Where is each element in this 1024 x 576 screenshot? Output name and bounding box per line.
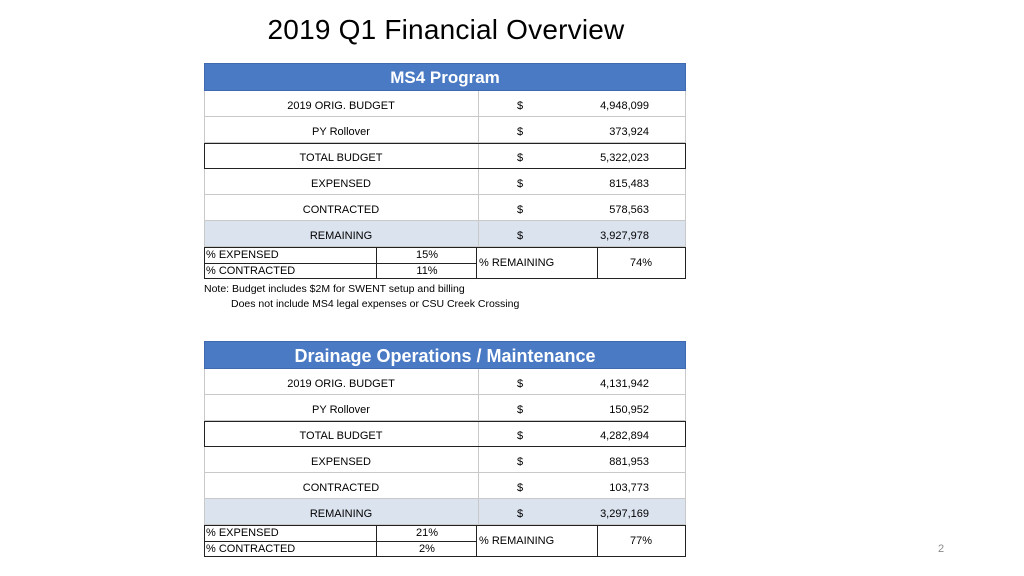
cell-divider	[478, 473, 479, 498]
drainage-percent-summary: % EXPENSED 21% % CONTRACTED 2% % REMAINI…	[204, 525, 686, 557]
row-value: 815,483	[609, 178, 649, 190]
drainage-operations-table: Drainage Operations / Maintenance 2019 O…	[204, 341, 686, 557]
drainage-row-py-rollover: PY Rollover $ 150,952	[204, 395, 686, 421]
cell-divider	[478, 144, 479, 168]
ms4-row-expensed: EXPENSED $ 815,483	[204, 169, 686, 195]
row-label: PY Rollover	[312, 126, 370, 138]
ms4-row-orig-budget: 2019 ORIG. BUDGET $ 4,948,099	[204, 91, 686, 117]
note-line: Does not include MS4 legal expenses or C…	[231, 298, 520, 310]
row-value: 3,927,978	[600, 230, 649, 242]
currency-symbol: $	[517, 378, 524, 390]
pct-expensed-label: % EXPENSED	[206, 249, 279, 261]
ms4-row-total-budget: TOTAL BUDGET $ 5,322,023	[204, 143, 686, 169]
cell-divider	[478, 447, 479, 472]
row-label: REMAINING	[309, 508, 373, 520]
row-value: 150,952	[609, 404, 649, 416]
currency-symbol: $	[517, 456, 524, 468]
row-value: 103,773	[609, 482, 649, 494]
pct-remaining-label: % REMAINING	[479, 535, 555, 547]
currency-symbol: $	[517, 404, 524, 416]
row-value: 5,322,023	[600, 152, 649, 164]
grid-line	[597, 248, 598, 278]
ms4-program-table: MS4 Program 2019 ORIG. BUDGET $ 4,948,09…	[204, 63, 686, 279]
percent-right-grid: % REMAINING 77%	[476, 525, 686, 557]
pct-remaining-value: 74%	[629, 257, 652, 269]
drainage-row-expensed: EXPENSED $ 881,953	[204, 447, 686, 473]
ms4-notes: Note: Budget includes $2M for SWENT setu…	[204, 282, 519, 312]
ms4-row-py-rollover: PY Rollover $ 373,924	[204, 117, 686, 143]
cell-divider	[478, 221, 479, 246]
drainage-row-remaining: REMAINING $ 3,297,169	[204, 499, 686, 525]
currency-symbol: $	[517, 126, 524, 138]
pct-expensed-value: 15%	[415, 249, 439, 261]
note-line: Note: Budget includes $2M for SWENT setu…	[204, 283, 465, 295]
cell-divider	[478, 117, 479, 142]
pct-contracted-label: % CONTRACTED	[206, 543, 296, 555]
cell-divider	[478, 195, 479, 220]
currency-symbol: $	[517, 508, 524, 520]
currency-symbol: $	[517, 482, 524, 494]
currency-symbol: $	[517, 100, 524, 112]
drainage-table-header: Drainage Operations / Maintenance	[204, 341, 686, 369]
pct-contracted-value: 2%	[419, 543, 435, 555]
currency-symbol: $	[517, 204, 524, 216]
percent-right-grid: % REMAINING 74%	[476, 247, 686, 279]
cell-divider	[478, 169, 479, 194]
row-value: 3,297,169	[600, 508, 649, 520]
ms4-table-header: MS4 Program	[204, 63, 686, 91]
row-label: 2019 ORIG. BUDGET	[287, 100, 395, 112]
pct-expensed-value: 21%	[415, 527, 439, 539]
pct-expensed-label: % EXPENSED	[206, 527, 279, 539]
currency-symbol: $	[517, 430, 524, 442]
pct-remaining-label: % REMAINING	[479, 257, 555, 269]
cell-divider	[478, 91, 479, 116]
grid-line	[597, 526, 598, 556]
currency-symbol: $	[517, 230, 524, 242]
drainage-row-contracted: CONTRACTED $ 103,773	[204, 473, 686, 499]
drainage-row-orig-budget: 2019 ORIG. BUDGET $ 4,131,942	[204, 369, 686, 395]
percent-left-grid: % EXPENSED 21% % CONTRACTED 2%	[204, 525, 476, 557]
row-label: PY Rollover	[312, 404, 370, 416]
row-label: EXPENSED	[311, 456, 371, 468]
row-label: TOTAL BUDGET	[299, 152, 383, 164]
row-label: EXPENSED	[311, 178, 371, 190]
row-label: CONTRACTED	[302, 482, 380, 494]
slide-title: 2019 Q1 Financial Overview	[267, 14, 625, 45]
grid-line	[205, 263, 476, 264]
ms4-row-contracted: CONTRACTED $ 578,563	[204, 195, 686, 221]
row-value: 373,924	[609, 126, 649, 138]
row-value: 4,948,099	[600, 100, 649, 112]
row-value: 4,282,894	[600, 430, 649, 442]
row-label: REMAINING	[309, 230, 373, 242]
cell-divider	[478, 499, 479, 524]
pct-contracted-label: % CONTRACTED	[206, 265, 296, 277]
cell-divider	[478, 395, 479, 420]
row-label: TOTAL BUDGET	[299, 430, 383, 442]
cell-divider	[478, 422, 479, 446]
currency-symbol: $	[517, 178, 524, 190]
row-value: 881,953	[609, 456, 649, 468]
grid-line	[205, 541, 476, 542]
pct-remaining-value: 77%	[629, 535, 652, 547]
cell-divider	[478, 369, 479, 394]
row-value: 4,131,942	[600, 378, 649, 390]
pct-contracted-value: 11%	[416, 265, 438, 277]
ms4-row-remaining: REMAINING $ 3,927,978	[204, 221, 686, 247]
row-value: 578,563	[609, 204, 649, 216]
percent-left-grid: % EXPENSED 15% % CONTRACTED 11%	[204, 247, 476, 279]
page-number: 2	[938, 543, 945, 555]
ms4-percent-summary: % EXPENSED 15% % CONTRACTED 11% % REMAIN…	[204, 247, 686, 279]
currency-symbol: $	[517, 152, 524, 164]
drainage-row-total-budget: TOTAL BUDGET $ 4,282,894	[204, 421, 686, 447]
row-label: 2019 ORIG. BUDGET	[287, 378, 395, 390]
row-label: CONTRACTED	[302, 204, 380, 216]
